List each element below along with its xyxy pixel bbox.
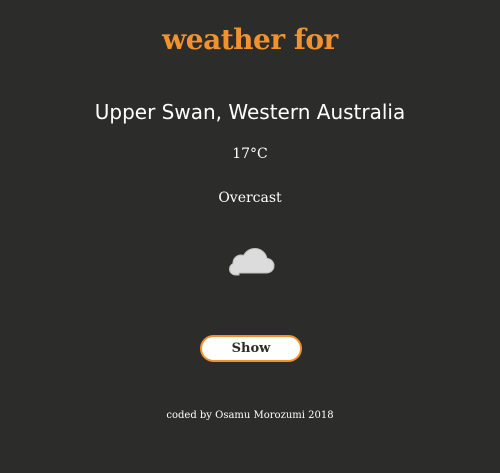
cloud-icon bbox=[228, 244, 276, 280]
location-name: Upper Swan, Western Australia bbox=[94, 100, 406, 124]
weather-condition: Overcast bbox=[218, 190, 282, 206]
page-title: weather for bbox=[162, 23, 338, 56]
temperature-value: 17°C bbox=[232, 146, 268, 162]
show-imperial-button[interactable]: Show Imperial bbox=[200, 335, 302, 379]
cloud-icon-svg bbox=[228, 247, 275, 276]
weather-app: weather for Upper Swan, Western Australi… bbox=[0, 0, 500, 473]
cloud-shape bbox=[228, 247, 275, 276]
footer-credit: coded by Osamu Morozumi 2018 bbox=[166, 410, 334, 421]
